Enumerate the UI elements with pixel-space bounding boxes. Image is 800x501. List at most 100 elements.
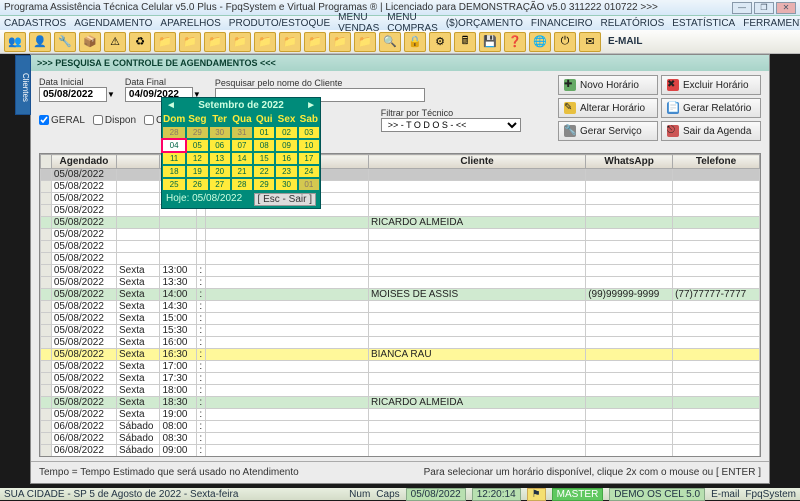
cal-day[interactable]: 24: [299, 166, 319, 177]
table-row[interactable]: 05/08/2022: [41, 241, 760, 253]
toolbar-icon-disk[interactable]: 💾: [479, 32, 501, 52]
table-row[interactable]: 05/08/2022Sexta13:30:: [41, 277, 760, 289]
alterar-horario-button[interactable]: ✎Alterar Horário: [558, 98, 658, 118]
table-row[interactable]: 05/08/2022: [41, 193, 760, 205]
menu-estatística[interactable]: ESTATÍSTICA: [672, 18, 735, 29]
novo-horario-button[interactable]: ✚Novo Horário: [558, 75, 658, 95]
menu-menu vendas[interactable]: MENU VENDAS: [338, 12, 379, 34]
table-row[interactable]: 05/08/2022Sexta14:30:: [41, 301, 760, 313]
table-row[interactable]: 05/08/2022Sexta18:30:RICARDO ALMEIDA: [41, 397, 760, 409]
toolbar-icon-users[interactable]: 👥: [4, 32, 26, 52]
table-row[interactable]: 05/08/2022Sexta19:00:: [41, 409, 760, 421]
gerar-servico-button[interactable]: 🔧Gerar Serviço: [558, 121, 658, 141]
cal-day[interactable]: 03: [299, 127, 319, 138]
table-row[interactable]: 06/08/2022Sábado08:30:: [41, 433, 760, 445]
col-header[interactable]: WhatsApp: [586, 155, 673, 169]
toolbar-icon-tool[interactable]: 🔧: [54, 32, 76, 52]
menu-($)orçamento[interactable]: ($)ORÇAMENTO: [446, 18, 523, 29]
cal-day[interactable]: 09: [276, 140, 296, 151]
cal-day[interactable]: 30: [276, 179, 296, 190]
table-row[interactable]: 05/08/2022: [41, 181, 760, 193]
close-button[interactable]: ✕: [776, 2, 796, 14]
toolbar-icon-user[interactable]: 👤: [29, 32, 51, 52]
table-row[interactable]: 05/08/2022: [41, 229, 760, 241]
cal-day[interactable]: 14: [232, 153, 252, 164]
table-row[interactable]: 05/08/2022Sexta16:30:BIANCA RAU: [41, 349, 760, 361]
cal-day[interactable]: 12: [187, 153, 207, 164]
menu-aparelhos[interactable]: APARELHOS: [160, 18, 220, 29]
toolbar-icon-power[interactable]: ⏻: [554, 32, 576, 52]
cal-day[interactable]: 31: [232, 127, 252, 138]
table-row[interactable]: 05/08/2022Sexta17:30:: [41, 373, 760, 385]
toolbar-icon-folder8[interactable]: 📁: [329, 32, 351, 52]
table-row[interactable]: 05/08/2022Sexta15:00:: [41, 313, 760, 325]
menu-agendamento[interactable]: AGENDAMENTO: [74, 18, 152, 29]
table-row[interactable]: 05/08/2022Sexta15:30:: [41, 325, 760, 337]
menu-relatórios[interactable]: RELATÓRIOS: [601, 18, 665, 29]
toolbar-icon-calc[interactable]: 🖩: [454, 32, 476, 52]
cal-day[interactable]: 01: [254, 127, 274, 138]
cal-day[interactable]: 27: [210, 179, 230, 190]
table-row[interactable]: 05/08/2022Sexta16:00:: [41, 337, 760, 349]
toolbar-icon-help[interactable]: ❓: [504, 32, 526, 52]
toolbar-icon-warn[interactable]: ⚠: [104, 32, 126, 52]
toolbar-icon-lock[interactable]: 🔒: [404, 32, 426, 52]
toolbar-icon-box[interactable]: 📦: [79, 32, 101, 52]
toolbar-icon-folder5[interactable]: 📁: [254, 32, 276, 52]
table-row[interactable]: 05/08/2022: [41, 169, 760, 181]
col-header[interactable]: Agendado: [51, 155, 116, 169]
cal-day[interactable]: 04: [163, 140, 185, 151]
cal-day[interactable]: 20: [210, 166, 230, 177]
toolbar-icon-folder4[interactable]: 📁: [229, 32, 251, 52]
cal-day[interactable]: 05: [187, 140, 207, 151]
cal-day[interactable]: 29: [187, 127, 207, 138]
cal-day[interactable]: 23: [276, 166, 296, 177]
table-row[interactable]: 05/08/2022Sexta13:00:: [41, 265, 760, 277]
col-header[interactable]: [117, 155, 160, 169]
data-inicial-input[interactable]: 05/08/2022: [39, 87, 107, 102]
status-email[interactable]: E-mail: [711, 489, 739, 500]
cal-day[interactable]: 28: [232, 179, 252, 190]
table-row[interactable]: 05/08/2022: [41, 205, 760, 217]
col-header[interactable]: Cliente: [368, 155, 585, 169]
toolbar-icon-gear[interactable]: ⚙: [429, 32, 451, 52]
cal-day[interactable]: 10: [299, 140, 319, 151]
toolbar-icon-search[interactable]: 🔍: [379, 32, 401, 52]
cal-day[interactable]: 29: [254, 179, 274, 190]
toolbar-icon-mail[interactable]: ✉: [579, 32, 601, 52]
cal-day[interactable]: 26: [187, 179, 207, 190]
table-row[interactable]: 06/08/2022Sábado09:30:: [41, 457, 760, 458]
cal-day[interactable]: 06: [210, 140, 230, 151]
toolbar-icon-folder9[interactable]: 📁: [354, 32, 376, 52]
sair-agenda-button[interactable]: ⎋Sair da Agenda: [661, 121, 761, 141]
cal-day[interactable]: 15: [254, 153, 274, 164]
schedule-grid[interactable]: AgendadoTécnicoClienteWhatsAppTelefone05…: [39, 153, 761, 457]
sidebar-tab-clientes[interactable]: Clientes: [15, 55, 31, 115]
cal-day[interactable]: 22: [254, 166, 274, 177]
cal-day[interactable]: 18: [163, 166, 185, 177]
toolbar-icon-folder2[interactable]: 📁: [179, 32, 201, 52]
menu-produto/estoque[interactable]: PRODUTO/ESTOQUE: [229, 18, 330, 29]
cal-day[interactable]: 25: [163, 179, 185, 190]
chk-dispon[interactable]: Dispon: [93, 115, 136, 126]
cal-day[interactable]: 11: [163, 153, 185, 164]
cal-day[interactable]: 16: [276, 153, 296, 164]
table-row[interactable]: 06/08/2022Sábado08:00:: [41, 421, 760, 433]
cal-day[interactable]: 13: [210, 153, 230, 164]
toolbar-icon-folder6[interactable]: 📁: [279, 32, 301, 52]
status-fpq[interactable]: FpqSystem: [745, 489, 796, 500]
menu-financeiro[interactable]: FINANCEIRO: [531, 18, 593, 29]
table-row[interactable]: 05/08/2022Sexta14:00:MOISES DE ASSIS(99)…: [41, 289, 760, 301]
cal-day[interactable]: 01: [299, 179, 319, 190]
table-row[interactable]: 05/08/2022Sexta18:00:: [41, 385, 760, 397]
cal-esc[interactable]: [ Esc - Sair ]: [254, 193, 316, 206]
toolbar-icon-recycle[interactable]: ♻: [129, 32, 151, 52]
toolbar-icon-folder7[interactable]: 📁: [304, 32, 326, 52]
cal-day[interactable]: 08: [254, 140, 274, 151]
table-row[interactable]: 05/08/2022Sexta17:00:: [41, 361, 760, 373]
cal-day[interactable]: 28: [163, 127, 185, 138]
cal-prev[interactable]: ◄: [166, 100, 176, 111]
cal-day[interactable]: 30: [210, 127, 230, 138]
cal-today[interactable]: Hoje: 05/08/2022: [166, 193, 242, 206]
toolbar-icon-folder3[interactable]: 📁: [204, 32, 226, 52]
